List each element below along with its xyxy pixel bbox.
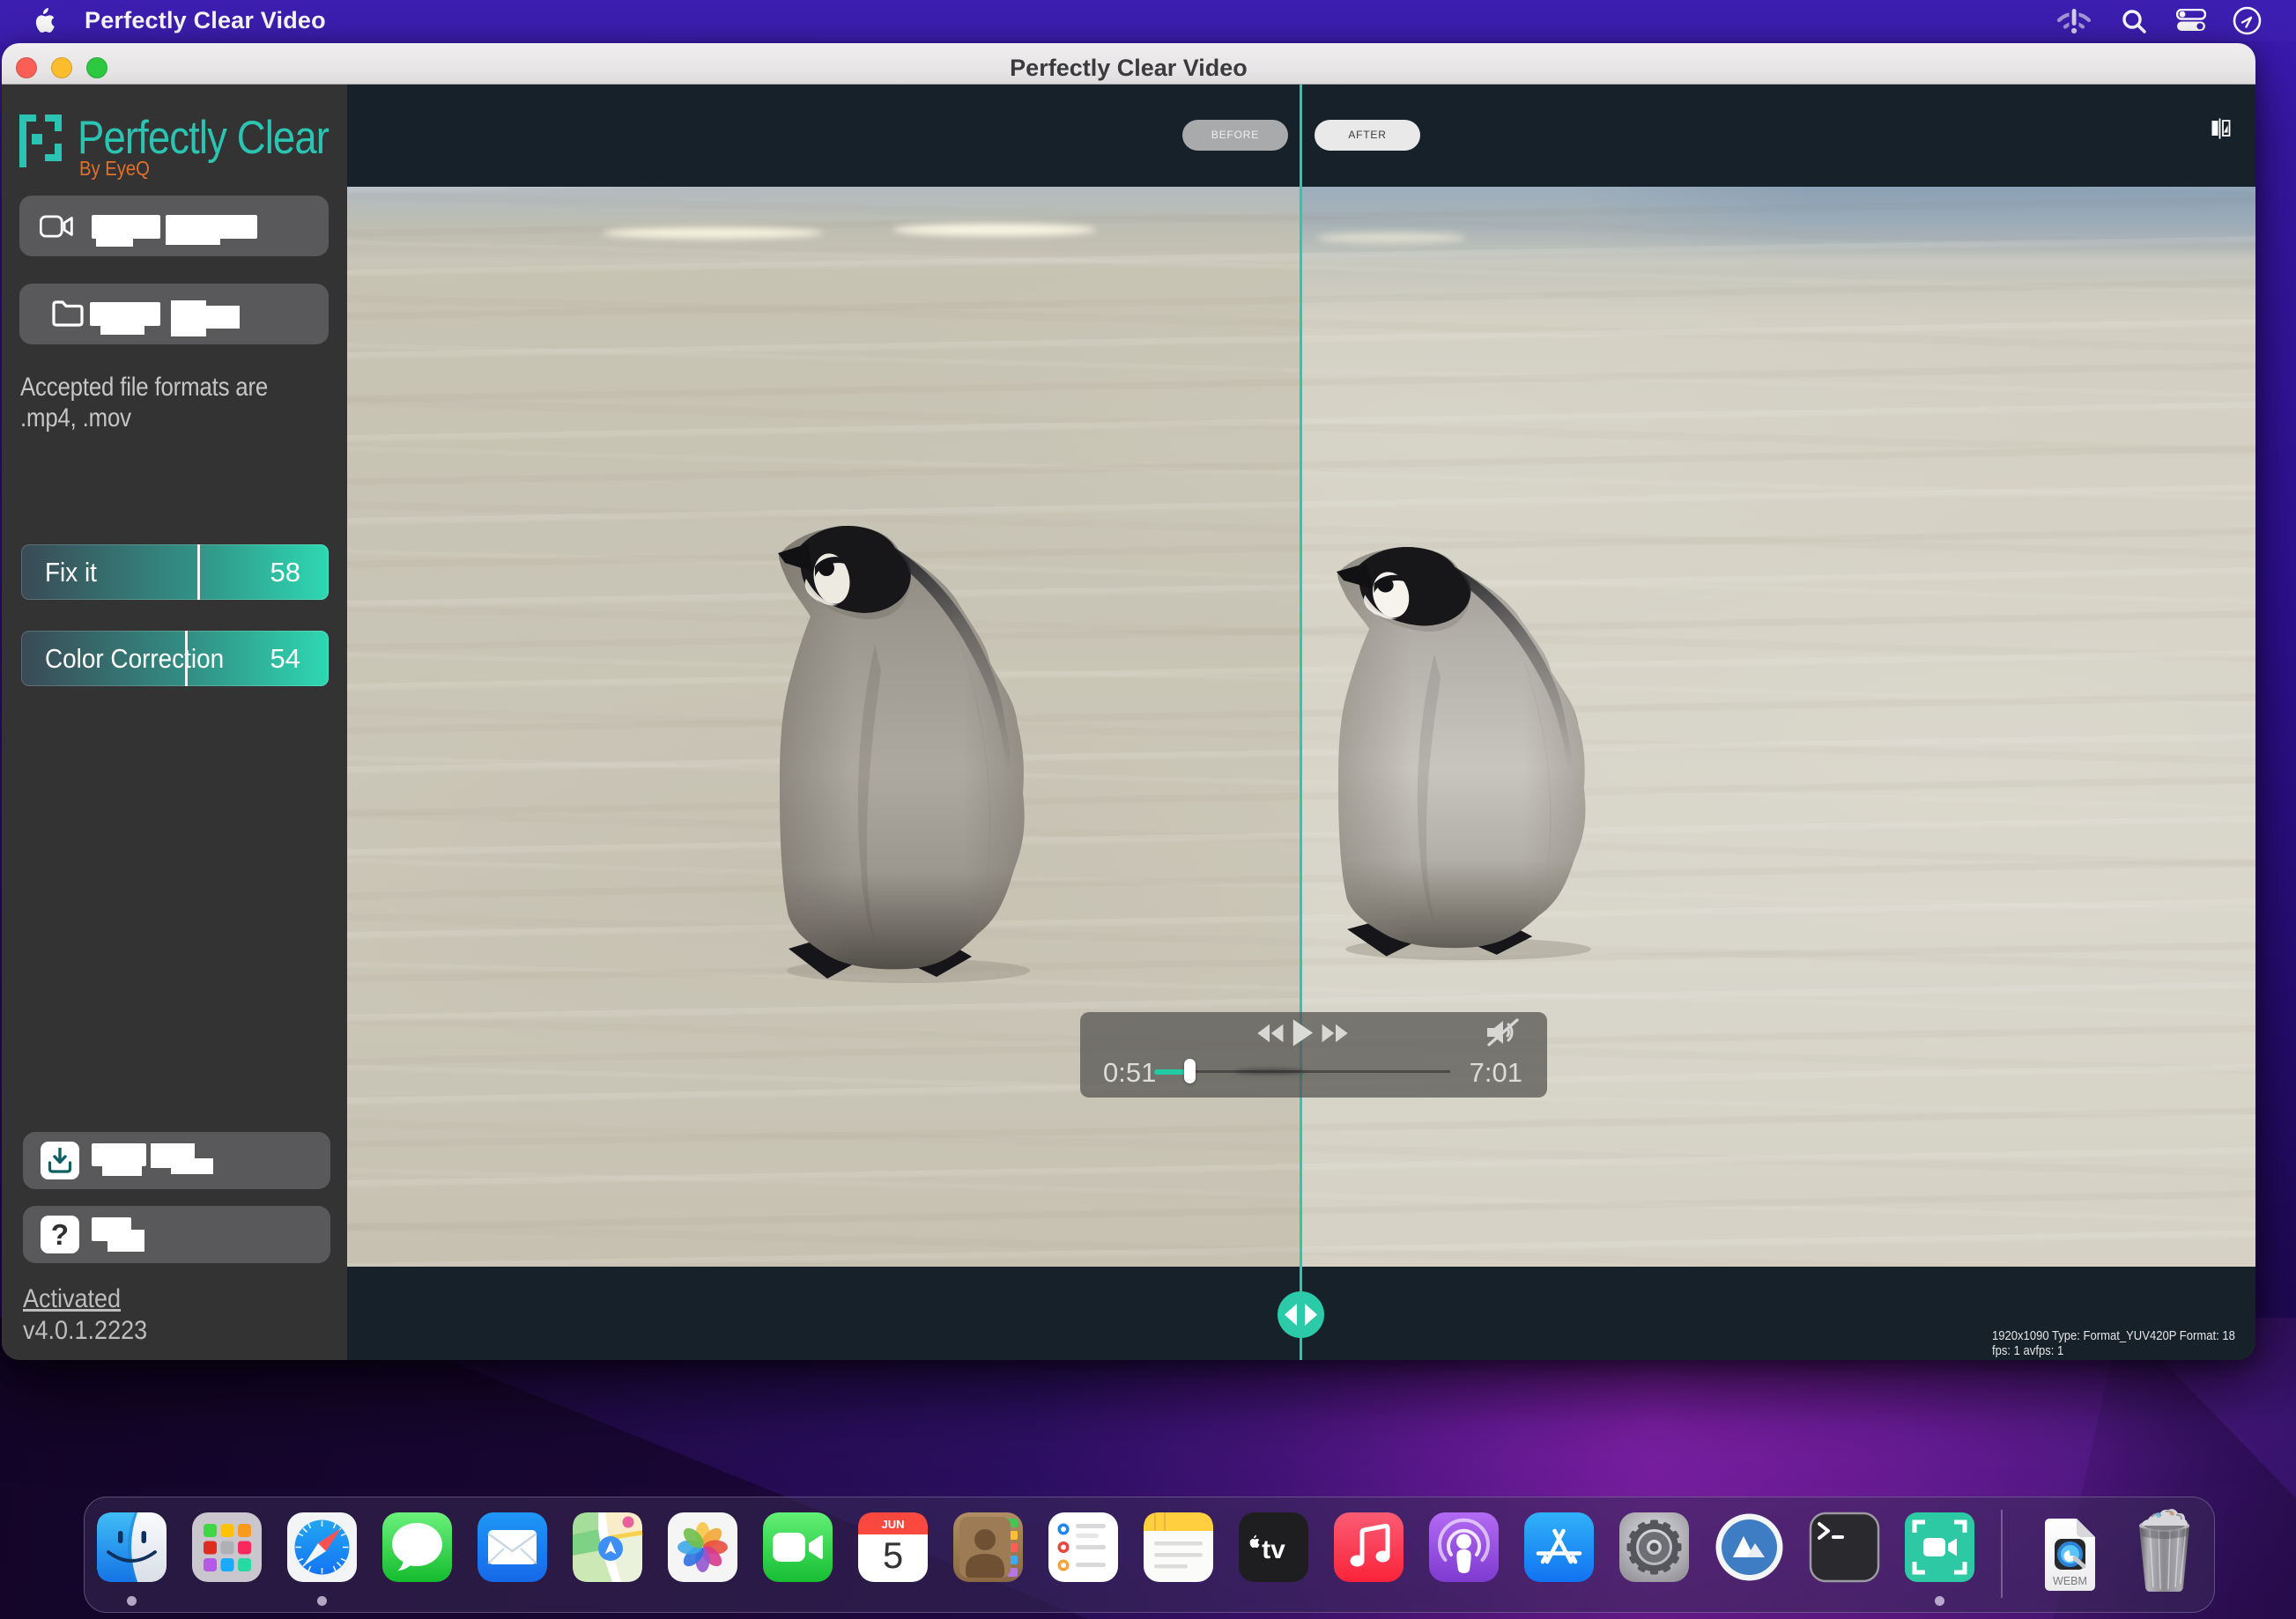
svg-text:JUN: JUN xyxy=(881,1518,904,1531)
svg-text:WEBM: WEBM xyxy=(2053,1575,2087,1587)
svg-text:5: 5 xyxy=(882,1534,902,1576)
svg-text:tv: tv xyxy=(1262,1535,1285,1564)
